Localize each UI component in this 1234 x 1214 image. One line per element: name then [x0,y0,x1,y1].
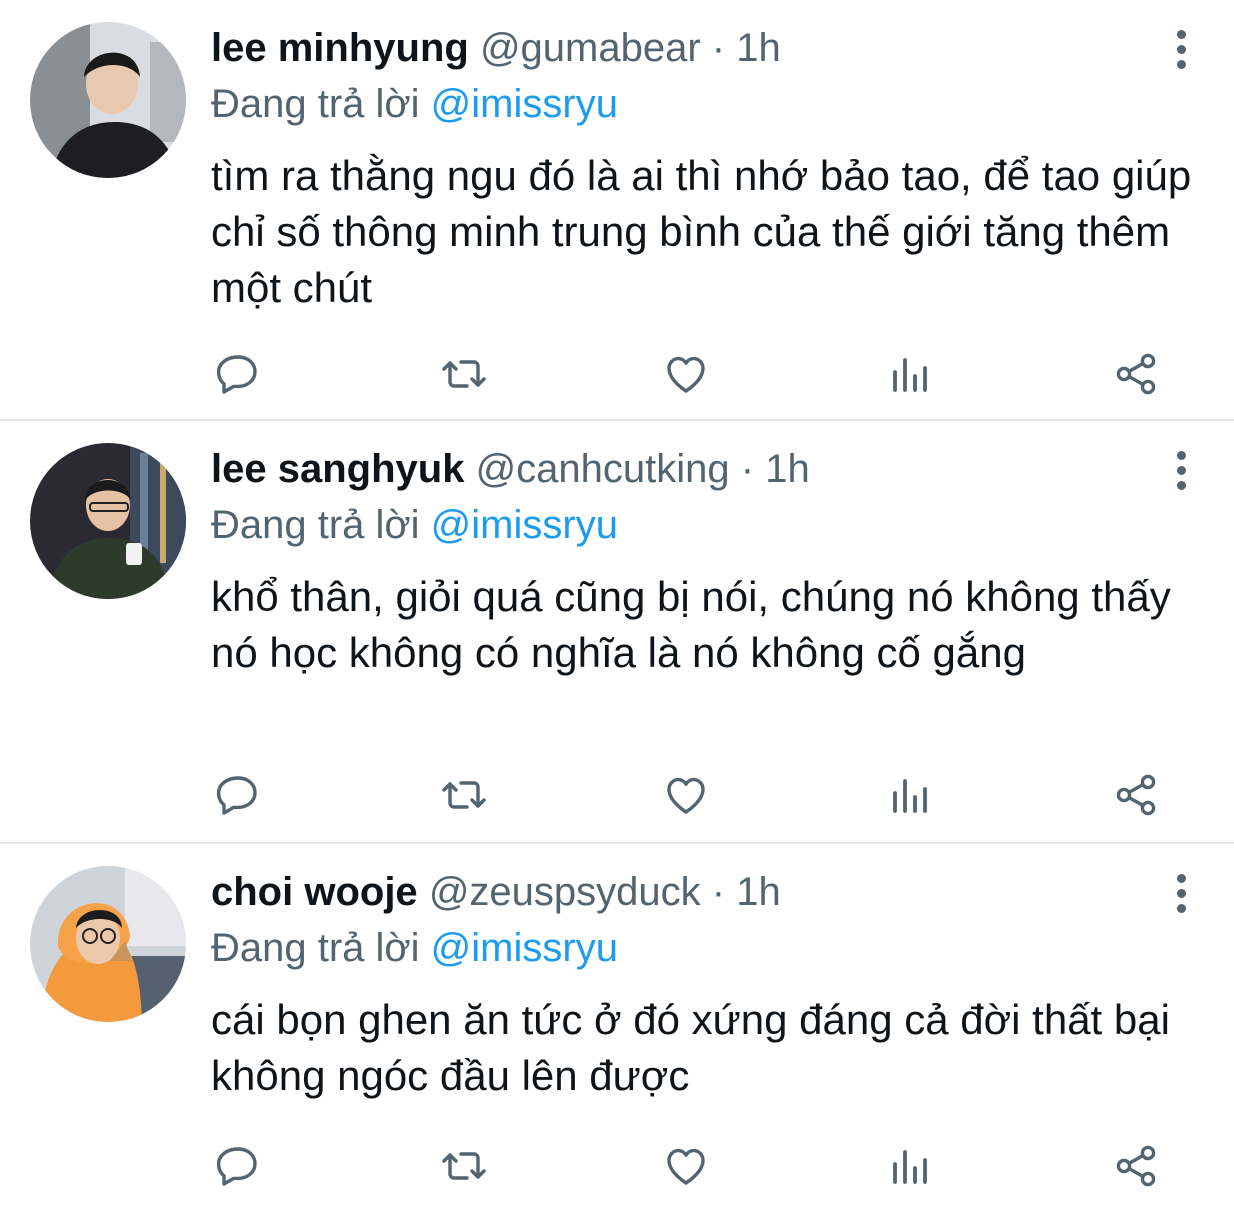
tweet-header: lee sanghyuk @canhcutking · 1h [211,445,810,493]
tweet-header: choi wooje @zeuspsyduck · 1h [211,868,781,916]
separator: · [711,26,726,70]
more-vertical-icon[interactable] [1168,30,1194,70]
share-icon[interactable] [1109,347,1163,401]
bar-chart-icon[interactable] [883,347,937,401]
replying-to: Đang trả lời @imissryu [211,80,618,128]
tweet-text: khổ thân, giỏi quá cũng bị nói, chúng nó… [211,573,1171,676]
share-icon[interactable] [1109,1139,1163,1193]
reply-bubble-icon[interactable] [211,347,265,401]
timestamp[interactable]: 1h [765,447,810,491]
retweet-icon[interactable] [437,347,491,401]
tweet-text: tìm ra thằng ngu đó là ai thì nhớ bảo ta… [211,152,1192,311]
mention-link[interactable]: @imissryu [431,503,618,547]
action-bar [211,347,1171,401]
more-vertical-icon[interactable] [1168,874,1194,914]
timestamp[interactable]: 1h [736,870,781,914]
mention-link[interactable]: @imissryu [431,82,618,126]
avatar[interactable] [30,22,186,178]
user-handle[interactable]: @canhcutking [476,447,730,491]
avatar[interactable] [30,443,186,599]
tweet-text: cái bọn ghen ăn tức ở đó xứng đáng cả đờ… [211,996,1170,1099]
tweet[interactable]: lee minhyung @gumabear · 1h Đang trả lời… [0,0,1234,421]
display-name[interactable]: lee sanghyuk [211,447,464,491]
bar-chart-icon[interactable] [883,1139,937,1193]
share-icon[interactable] [1109,768,1163,822]
action-bar [211,1139,1171,1193]
tweet[interactable]: choi wooje @zeuspsyduck · 1h Đang trả lờ… [0,844,1234,1214]
display-name[interactable]: choi wooje [211,870,418,914]
action-bar [211,768,1171,822]
retweet-icon[interactable] [437,1139,491,1193]
user-handle[interactable]: @zeuspsyduck [429,870,701,914]
separator: · [711,870,726,914]
tweet-header: lee minhyung @gumabear · 1h [211,24,781,72]
avatar[interactable] [30,866,186,1022]
user-handle[interactable]: @gumabear [480,26,701,70]
display-name[interactable]: lee minhyung [211,26,469,70]
retweet-icon[interactable] [437,768,491,822]
separator: · [740,447,755,491]
more-vertical-icon[interactable] [1168,451,1194,491]
tweet[interactable]: lee sanghyuk @canhcutking · 1h Đang trả … [0,421,1234,844]
heart-icon[interactable] [659,347,713,401]
replying-to-label: Đang trả lời [211,82,420,126]
reply-bubble-icon[interactable] [211,768,265,822]
reply-bubble-icon[interactable] [211,1139,265,1193]
reply-feed: lee minhyung @gumabear · 1h Đang trả lời… [0,0,1234,1214]
bar-chart-icon[interactable] [883,768,937,822]
replying-to: Đang trả lời @imissryu [211,924,618,972]
heart-icon[interactable] [659,1139,713,1193]
replying-to: Đang trả lời @imissryu [211,501,618,549]
replying-to-label: Đang trả lời [211,503,420,547]
replying-to-label: Đang trả lời [211,926,420,970]
mention-link[interactable]: @imissryu [431,926,618,970]
timestamp[interactable]: 1h [736,26,781,70]
heart-icon[interactable] [659,768,713,822]
